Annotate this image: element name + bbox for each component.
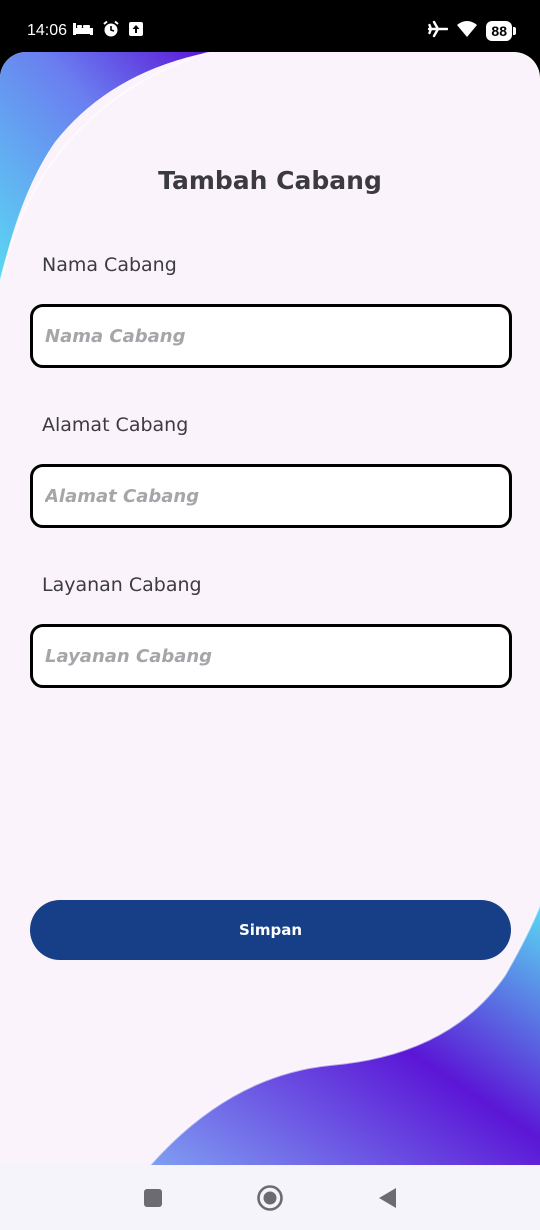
home-button[interactable] <box>255 1183 285 1213</box>
alarm-icon <box>102 20 120 42</box>
upload-icon <box>128 21 144 41</box>
wifi-icon <box>456 20 478 42</box>
alamat-cabang-field <box>30 464 512 528</box>
bed-icon <box>72 21 94 41</box>
battery-indicator: 88 <box>486 21 516 41</box>
save-button[interactable]: Simpan <box>30 900 511 960</box>
app-screen: Tambah Cabang Nama Cabang Alamat Cabang … <box>0 52 540 1165</box>
field-label-alamat-cabang: Alamat Cabang <box>42 414 189 436</box>
nama-cabang-input[interactable] <box>33 307 509 365</box>
nama-cabang-field <box>30 304 512 368</box>
field-label-nama-cabang: Nama Cabang <box>42 254 177 276</box>
alamat-cabang-input[interactable] <box>33 467 509 525</box>
system-nav-bar <box>0 1165 540 1230</box>
recents-icon <box>144 1189 162 1207</box>
status-bar: 14:06 88 <box>0 0 540 60</box>
recents-button[interactable] <box>138 1183 168 1213</box>
page-title: Tambah Cabang <box>158 166 382 195</box>
airplane-icon <box>428 20 449 42</box>
layanan-cabang-input[interactable] <box>33 627 509 685</box>
layanan-cabang-field <box>30 624 512 688</box>
status-time: 14:06 <box>27 22 68 39</box>
back-icon <box>379 1188 396 1208</box>
back-button[interactable] <box>372 1183 402 1213</box>
field-label-layanan-cabang: Layanan Cabang <box>42 574 202 596</box>
home-icon <box>257 1185 283 1211</box>
